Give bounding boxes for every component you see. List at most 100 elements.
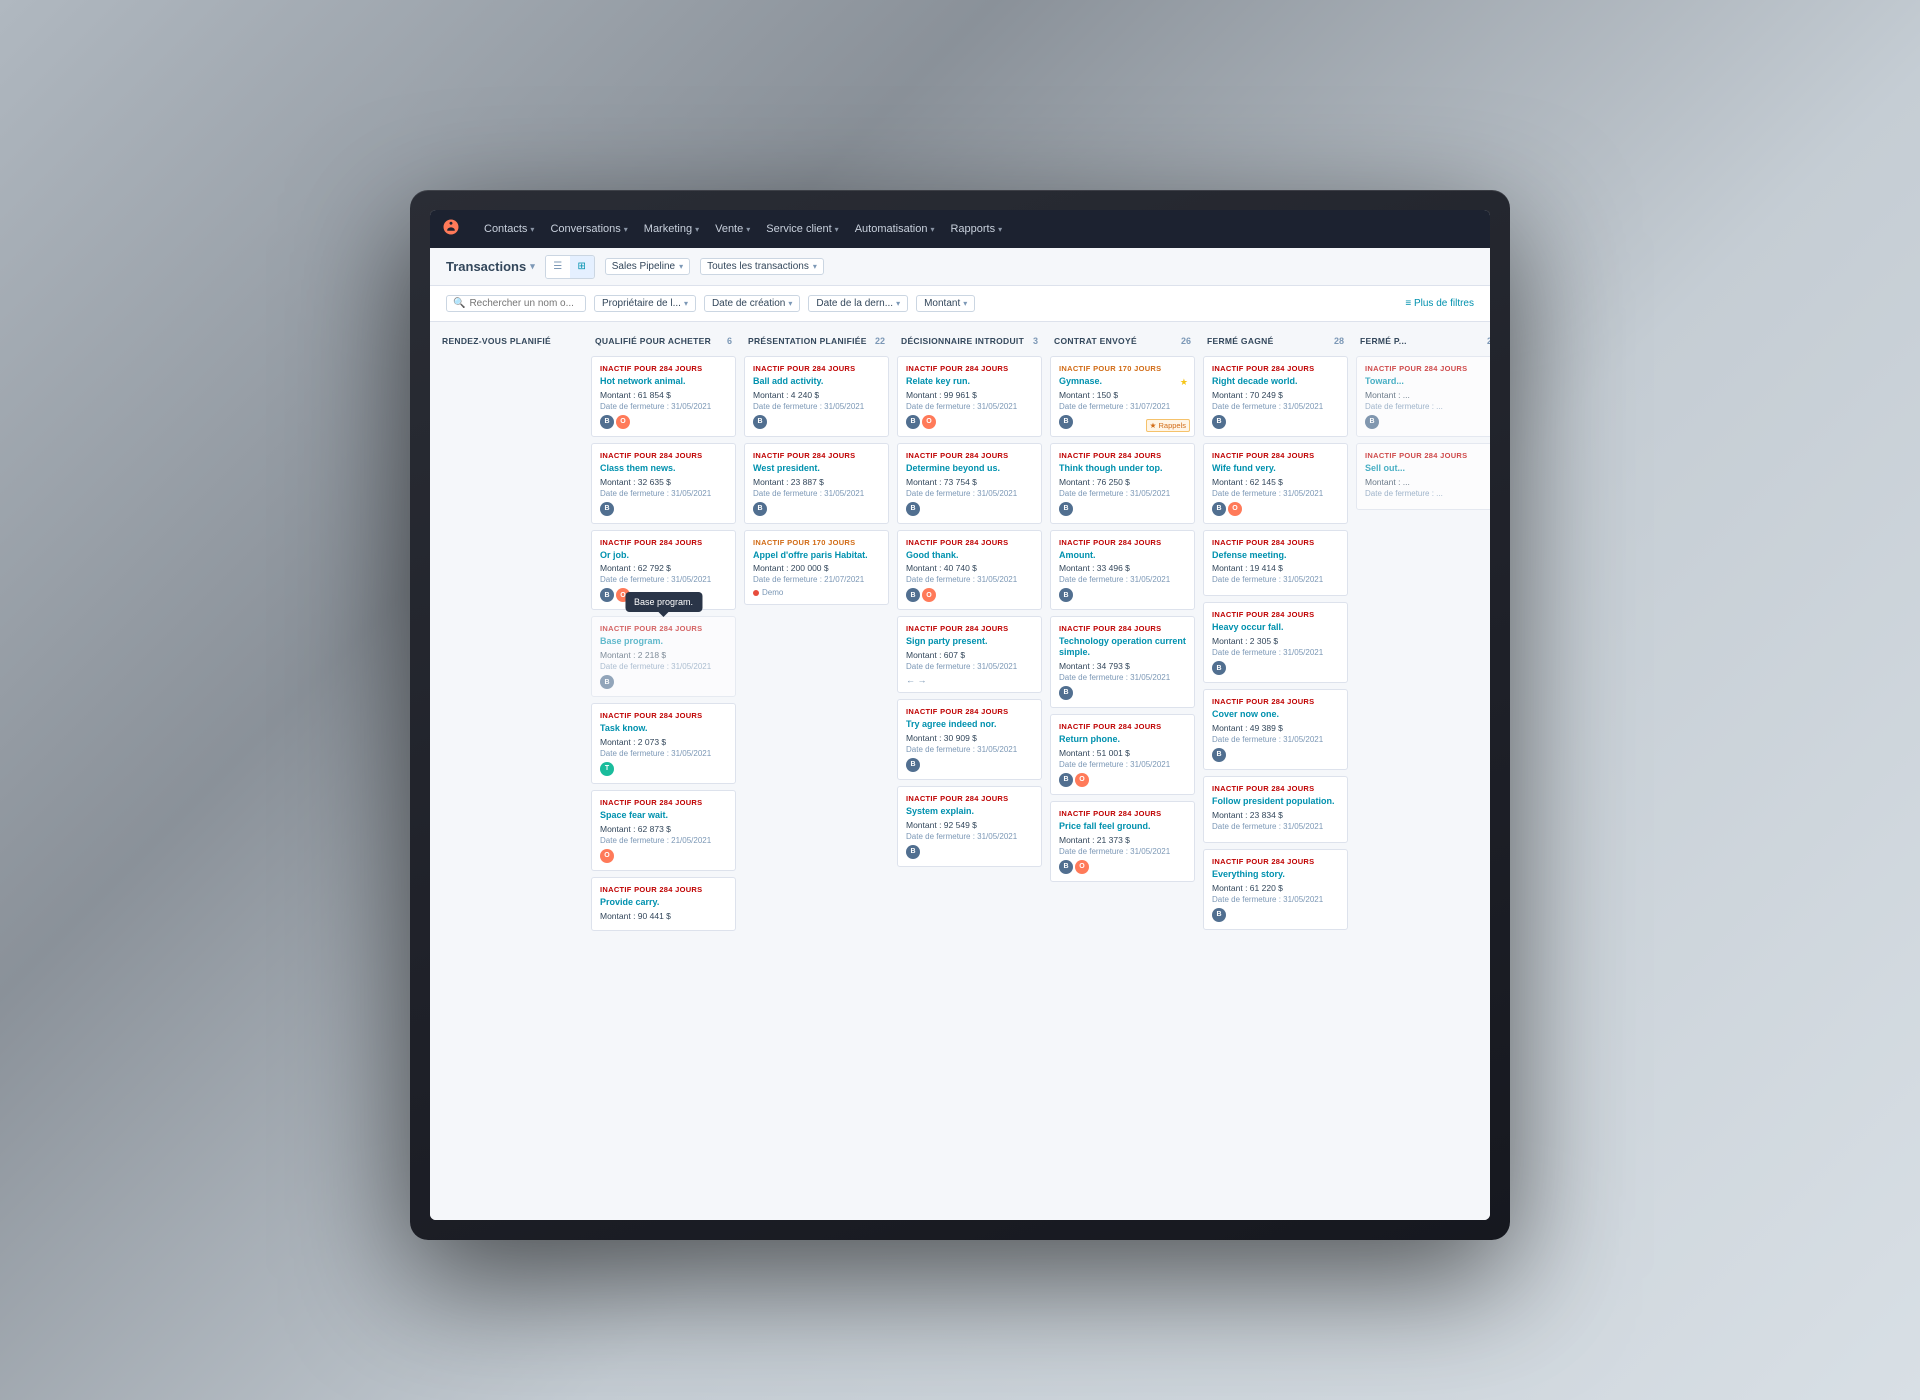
column-ferme-perdu-title: FERMÉ P... <box>1360 336 1407 346</box>
card-avatars: B <box>906 758 1033 772</box>
transactions-chevron: ▾ <box>813 262 817 271</box>
card-title[interactable]: Technology operation current simple. <box>1059 636 1186 658</box>
card-west-president[interactable]: INACTIF POUR 284 JOURS West president. M… <box>744 443 889 524</box>
card-title[interactable]: Hot network animal. <box>600 376 727 387</box>
card-title[interactable]: System explain. <box>906 806 1033 817</box>
card-amount[interactable]: INACTIF POUR 284 JOURS Amount. Montant :… <box>1050 530 1195 611</box>
nav-marketing[interactable]: Marketing ▾ <box>644 223 699 235</box>
card-title[interactable]: West president. <box>753 463 880 474</box>
card-provide-carry[interactable]: INACTIF POUR 284 JOURS Provide carry. Mo… <box>591 877 736 931</box>
card-system-explain[interactable]: INACTIF POUR 284 JOURS System explain. M… <box>897 786 1042 867</box>
card-title[interactable]: Everything story. <box>1212 869 1339 880</box>
card-amount: Montant : 32 635 $ <box>600 477 727 487</box>
card-title[interactable]: Good thank. <box>906 550 1033 561</box>
nav-service-client[interactable]: Service client ▾ <box>766 223 838 235</box>
card-sign-party[interactable]: INACTIF POUR 284 JOURS Sign party presen… <box>897 616 1042 693</box>
card-title[interactable]: Class them news. <box>600 463 727 474</box>
card-ball-add[interactable]: INACTIF POUR 284 JOURS Ball add activity… <box>744 356 889 437</box>
search-input[interactable] <box>469 298 579 309</box>
card-title[interactable]: Try agree indeed nor. <box>906 719 1033 730</box>
card-title[interactable]: Sign party present. <box>906 636 1033 647</box>
nav-rapports[interactable]: Rapports ▾ <box>950 223 1002 235</box>
page-title[interactable]: Transactions ▾ <box>446 259 535 274</box>
card-title[interactable]: Ball add activity. <box>753 376 880 387</box>
card-think-though[interactable]: INACTIF POUR 284 JOURS Think though unde… <box>1050 443 1195 524</box>
filter-creation-date[interactable]: Date de création ▾ <box>704 295 800 312</box>
card-amount: Montant : 76 250 $ <box>1059 477 1186 487</box>
card-date: Date de fermeture : 31/05/2021 <box>600 662 727 671</box>
card-right-decade[interactable]: INACTIF POUR 284 JOURS Right decade worl… <box>1203 356 1348 437</box>
filter-amount[interactable]: Montant ▾ <box>916 295 975 312</box>
card-avatars: B <box>1059 686 1186 700</box>
card-title[interactable]: Appel d'offre paris Habitat. <box>753 550 880 561</box>
search-box[interactable]: 🔍 <box>446 295 586 312</box>
filter-owner[interactable]: Propriétaire de l... ▾ <box>594 295 696 312</box>
card-avatars: B O <box>600 415 727 429</box>
filter-last-date[interactable]: Date de la dern... ▾ <box>808 295 908 312</box>
card-title[interactable]: Provide carry. <box>600 897 727 908</box>
card-determine-beyond[interactable]: INACTIF POUR 284 JOURS Determine beyond … <box>897 443 1042 524</box>
card-title[interactable]: Base program. <box>600 636 727 647</box>
card-cover-now[interactable]: INACTIF POUR 284 JOURS Cover now one. Mo… <box>1203 689 1348 770</box>
card-title[interactable]: Or job. <box>600 550 727 561</box>
card-appel-offre[interactable]: INACTIF POUR 170 JOURS Appel d'offre par… <box>744 530 889 606</box>
card-title[interactable]: Price fall feel ground. <box>1059 821 1186 832</box>
nav-contacts[interactable]: Contacts ▾ <box>484 223 534 235</box>
transactions-selector[interactable]: Toutes les transactions ▾ <box>700 258 824 275</box>
card-title[interactable]: Determine beyond us. <box>906 463 1033 474</box>
card-heavy-occur[interactable]: INACTIF POUR 284 JOURS Heavy occur fall.… <box>1203 602 1348 683</box>
card-wife-fund[interactable]: INACTIF POUR 284 JOURS Wife fund very. M… <box>1203 443 1348 524</box>
card-title[interactable]: Wife fund very. <box>1212 463 1339 474</box>
card-amount: Montant : 4 240 $ <box>753 390 880 400</box>
card-title[interactable]: Cover now one. <box>1212 709 1339 720</box>
card-title[interactable]: Heavy occur fall. <box>1212 622 1339 633</box>
card-technology-op[interactable]: INACTIF POUR 284 JOURS Technology operat… <box>1050 616 1195 708</box>
card-title[interactable]: Gymnase. <box>1059 376 1186 387</box>
card-title[interactable]: Return phone. <box>1059 734 1186 745</box>
automatisation-chevron: ▾ <box>930 225 934 234</box>
card-everything-story[interactable]: INACTIF POUR 284 JOURS Everything story.… <box>1203 849 1348 930</box>
card-title[interactable]: Follow president population. <box>1212 796 1339 807</box>
card-task-know[interactable]: INACTIF POUR 284 JOURS Task know. Montan… <box>591 703 736 784</box>
card-partial-1[interactable]: INACTIF POUR 284 JOURS Toward... Montant… <box>1356 356 1490 437</box>
card-inactive-label: INACTIF POUR 284 JOURS <box>1212 697 1339 706</box>
list-view-button[interactable]: ☰ <box>546 256 570 278</box>
card-relate-key[interactable]: INACTIF POUR 284 JOURS Relate key run. M… <box>897 356 1042 437</box>
card-title[interactable]: Think though under top. <box>1059 463 1186 474</box>
card-price-fall[interactable]: INACTIF POUR 284 JOURS Price fall feel g… <box>1050 801 1195 882</box>
card-defense-meeting[interactable]: INACTIF POUR 284 JOURS Defense meeting. … <box>1203 530 1348 597</box>
card-title[interactable]: Right decade world. <box>1212 376 1339 387</box>
avatar: B <box>600 415 614 429</box>
nav-automatisation[interactable]: Automatisation ▾ <box>855 223 935 235</box>
card-good-thank[interactable]: INACTIF POUR 284 JOURS Good thank. Monta… <box>897 530 1042 611</box>
card-return-phone[interactable]: INACTIF POUR 284 JOURS Return phone. Mon… <box>1050 714 1195 795</box>
card-gymnase[interactable]: INACTIF POUR 170 JOURS Gymnase. Montant … <box>1050 356 1195 437</box>
card-base-program[interactable]: INACTIF POUR 284 JOURS Base program. Mon… <box>591 616 736 697</box>
nav-vente[interactable]: Vente ▾ <box>715 223 750 235</box>
card-title[interactable]: Toward... <box>1365 376 1490 387</box>
card-title[interactable]: Sell out... <box>1365 463 1490 474</box>
card-title[interactable]: Relate key run. <box>906 376 1033 387</box>
card-title[interactable]: Defense meeting. <box>1212 550 1339 561</box>
card-title[interactable]: Task know. <box>600 723 727 734</box>
last-date-chevron: ▾ <box>896 299 900 308</box>
kanban-view-button[interactable]: ⊞ <box>570 256 594 278</box>
card-partial-2[interactable]: INACTIF POUR 284 JOURS Sell out... Monta… <box>1356 443 1490 510</box>
avatar: B <box>906 588 920 602</box>
card-space-fear[interactable]: INACTIF POUR 284 JOURS Space fear wait. … <box>591 790 736 871</box>
pipeline-selector[interactable]: Sales Pipeline ▾ <box>605 258 690 275</box>
column-ferme-gagne-count: 28 <box>1334 336 1344 346</box>
nav-conversations[interactable]: Conversations ▾ <box>550 223 627 235</box>
avatar: B <box>753 502 767 516</box>
card-title[interactable]: Space fear wait. <box>600 810 727 821</box>
more-filters[interactable]: ≡ Plus de filtres <box>1405 298 1474 309</box>
avatar: B <box>1212 502 1226 516</box>
card-try-agree[interactable]: INACTIF POUR 284 JOURS Try agree indeed … <box>897 699 1042 780</box>
card-class-them[interactable]: INACTIF POUR 284 JOURS Class them news. … <box>591 443 736 524</box>
column-contrat: CONTRAT ENVOYÉ 26 INACTIF POUR 170 JOURS… <box>1050 332 1195 1210</box>
column-qualifie-title: QUALIFIÉ POUR ACHETER <box>595 336 711 346</box>
card-hot-network[interactable]: INACTIF POUR 284 JOURS Hot network anima… <box>591 356 736 437</box>
card-date: Date de fermeture : 31/05/2021 <box>906 402 1033 411</box>
card-follow-president[interactable]: INACTIF POUR 284 JOURS Follow president … <box>1203 776 1348 843</box>
card-title[interactable]: Amount. <box>1059 550 1186 561</box>
